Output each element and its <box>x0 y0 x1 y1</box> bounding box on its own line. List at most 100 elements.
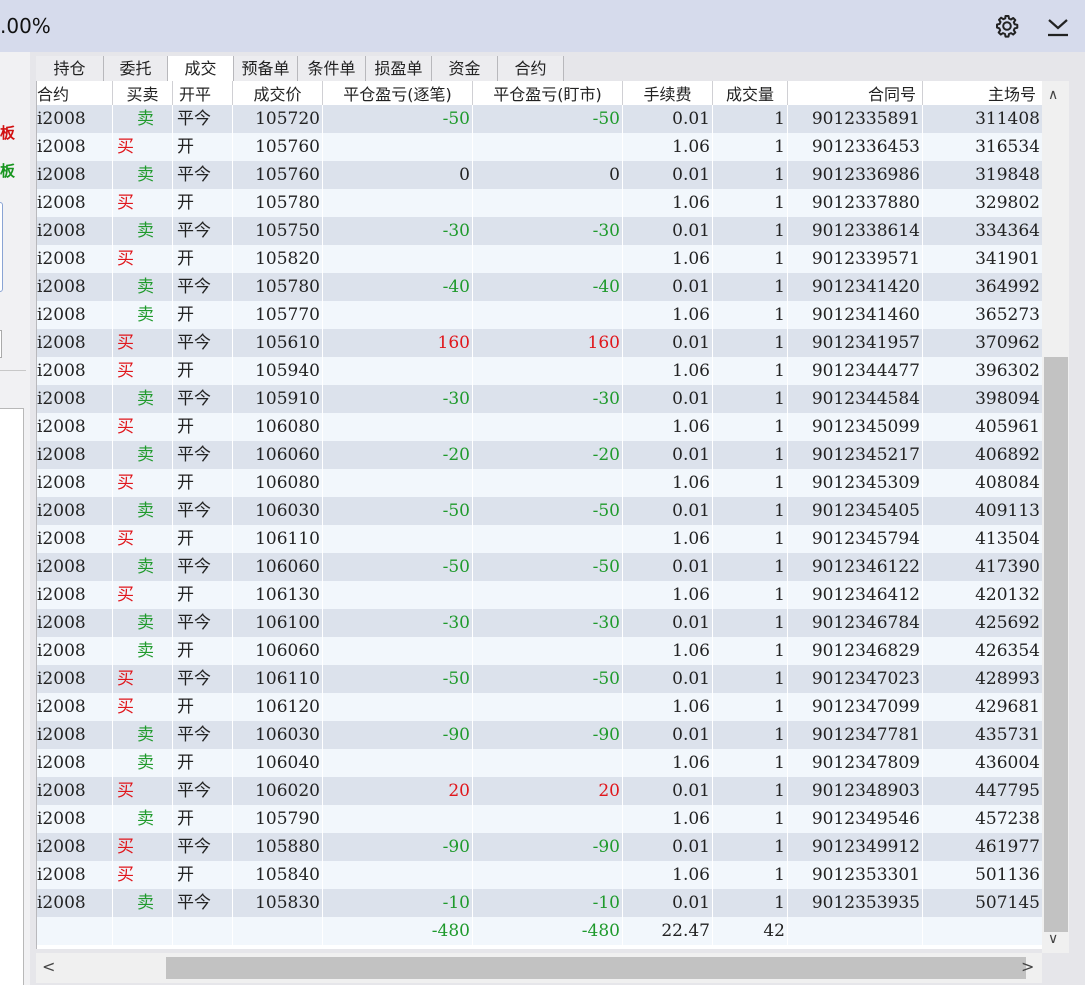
cell <box>113 917 173 945</box>
top-bar: .00% <box>0 0 1085 52</box>
cell: -50 <box>473 105 623 133</box>
cell: 买 <box>113 833 173 861</box>
table-row[interactable]: i2008 卖开 105770 1.06 1 9012341460 365273 <box>37 301 1042 329</box>
table-row[interactable]: i2008 卖开 105790 1.06 1 9012349546 457238 <box>37 805 1042 833</box>
horizontal-scroll-thumb[interactable] <box>166 957 1026 979</box>
table-row[interactable]: i2008 卖开 106060 1.06 1 9012346829 426354 <box>37 637 1042 665</box>
table-row[interactable]: i2008 买开 105940 1.06 1 9012344477 396302 <box>37 357 1042 385</box>
cell <box>473 133 623 161</box>
tab-0[interactable]: 持仓 <box>36 56 104 81</box>
cell: 106060 <box>233 637 323 665</box>
scroll-right-arrow[interactable]: > <box>1021 957 1034 976</box>
cell: 106040 <box>233 749 323 777</box>
column-header[interactable]: 成交量 <box>713 81 788 108</box>
table-row[interactable]: i2008 买平今 106020 20 20 0.01 1 9012348903 447795 <box>37 777 1042 805</box>
table-row[interactable]: i2008 买开 106080 1.06 1 9012345099 405961 <box>37 413 1042 441</box>
scroll-left-arrow[interactable]: < <box>42 957 55 976</box>
cell: 311408 <box>923 105 1042 133</box>
download-icon[interactable] <box>1046 15 1070 37</box>
left-label-green: 板 <box>0 162 16 180</box>
cell: 0.01 <box>623 385 713 413</box>
table-row[interactable]: i2008 卖平今 106060 -50 -50 0.01 1 9012346122 41739… <box>37 553 1042 581</box>
vertical-scrollbar[interactable]: ∧ ∨ <box>1042 81 1069 953</box>
table-row[interactable]: i2008 卖开 106040 1.06 1 9012347809 436004 <box>37 749 1042 777</box>
table-row[interactable]: i2008 卖平今 106100 -30 -30 0.01 1 9012346784 42569… <box>37 609 1042 637</box>
column-header[interactable]: 平仓盈亏(逐笔) <box>323 81 473 108</box>
cell: 1 <box>713 133 788 161</box>
cell: i2008 <box>37 217 113 245</box>
cell: 9012344477 <box>788 357 923 385</box>
cell: 0.01 <box>623 609 713 637</box>
cell: 341901 <box>923 245 1042 273</box>
tab-5[interactable]: 损盈单 <box>366 56 432 81</box>
cell: 1 <box>713 805 788 833</box>
tab-2[interactable]: 成交 <box>168 56 234 82</box>
cell: i2008 <box>37 133 113 161</box>
cell: 1 <box>713 161 788 189</box>
vertical-scroll-thumb[interactable] <box>1044 357 1068 932</box>
column-header[interactable]: 合约 <box>37 81 113 108</box>
totals-row[interactable]: -480 -480 22.47 42 <box>37 917 1042 945</box>
table-row[interactable]: i2008 卖平今 105720 -50 -50 0.01 1 9012335891 31140… <box>37 105 1042 133</box>
table-row[interactable]: i2008 卖平今 106030 -50 -50 0.01 1 9012345405 40911… <box>37 497 1042 525</box>
table-row[interactable]: i2008 买平今 105880 -90 -90 0.01 1 9012349912 46197… <box>37 833 1042 861</box>
cell: 0.01 <box>623 777 713 805</box>
cell: 平今 <box>173 105 233 133</box>
tab-1[interactable]: 委托 <box>104 56 168 81</box>
table-row[interactable]: i2008 买开 106120 1.06 1 9012347099 429681 <box>37 693 1042 721</box>
cell: 买 <box>113 469 173 497</box>
scroll-up-arrow[interactable]: ∧ <box>1048 87 1058 103</box>
column-header[interactable]: 买卖 <box>113 81 173 108</box>
tab-3[interactable]: 预备单 <box>234 56 298 81</box>
table-row[interactable]: i2008 买平今 106110 -50 -50 0.01 1 9012347023 42899… <box>37 665 1042 693</box>
cell: 0.01 <box>623 665 713 693</box>
cell: 9012349546 <box>788 805 923 833</box>
column-header[interactable]: 合同号 <box>788 81 923 108</box>
cell: 1.06 <box>623 469 713 497</box>
cell: 9012339571 <box>788 245 923 273</box>
tab-4[interactable]: 条件单 <box>298 56 366 81</box>
table-row[interactable]: i2008 卖平今 106060 -20 -20 0.01 1 9012345217 40689… <box>37 441 1042 469</box>
table-row[interactable]: i2008 买平今 105610 160 160 0.01 1 9012341957 37096… <box>37 329 1042 357</box>
table-row[interactable]: i2008 买开 106080 1.06 1 9012345309 408084 <box>37 469 1042 497</box>
tab-7[interactable]: 合约 <box>498 56 564 81</box>
scroll-down-arrow[interactable]: ∨ <box>1048 931 1058 947</box>
cell: 0.01 <box>623 721 713 749</box>
cell: 买 <box>113 413 173 441</box>
column-header[interactable]: 开平 <box>173 81 233 108</box>
cell: 20 <box>323 777 473 805</box>
left-panel-list[interactable] <box>0 408 24 985</box>
table-row[interactable]: i2008 买开 105820 1.06 1 9012339571 341901 <box>37 245 1042 273</box>
table-row[interactable]: i2008 卖平今 105830 -10 -10 0.01 1 9012353935 50714… <box>37 889 1042 917</box>
cell: 105610 <box>233 329 323 357</box>
table-row[interactable]: i2008 卖平今 105780 -40 -40 0.01 1 9012341420 36499… <box>37 273 1042 301</box>
table-row[interactable]: i2008 买开 106110 1.06 1 9012345794 413504 <box>37 525 1042 553</box>
table-row[interactable]: i2008 买开 105760 1.06 1 9012336453 316534 <box>37 133 1042 161</box>
cell: 106030 <box>233 721 323 749</box>
table-row[interactable]: i2008 卖平今 105760 0 0 0.01 1 9012336986 319848 <box>37 161 1042 189</box>
table-row[interactable]: i2008 买开 105780 1.06 1 9012337880 329802 <box>37 189 1042 217</box>
cell: 0.01 <box>623 217 713 245</box>
cell: 1 <box>713 665 788 693</box>
column-header[interactable]: 平仓盈亏(盯市) <box>473 81 623 108</box>
cell: 9012341420 <box>788 273 923 301</box>
table-row[interactable]: i2008 买开 105840 1.06 1 9012353301 501136 <box>37 861 1042 889</box>
table-row[interactable]: i2008 卖平今 106030 -90 -90 0.01 1 9012347781 43573… <box>37 721 1042 749</box>
column-header[interactable]: 主场号 <box>923 81 1042 108</box>
left-panel-box[interactable] <box>0 202 3 292</box>
table-row[interactable]: i2008 卖平今 105750 -30 -30 0.01 1 9012338614 33436… <box>37 217 1042 245</box>
cell: 457238 <box>923 805 1042 833</box>
cell: 开 <box>173 525 233 553</box>
table-row[interactable]: i2008 卖平今 105910 -30 -30 0.01 1 9012344584 39809… <box>37 385 1042 413</box>
cell: 开 <box>173 413 233 441</box>
tab-6[interactable]: 资金 <box>432 56 498 81</box>
left-panel-input[interactable] <box>0 330 2 358</box>
gear-icon[interactable] <box>995 14 1019 38</box>
column-header[interactable]: 成交价 <box>233 81 323 108</box>
horizontal-scrollbar[interactable]: < > <box>36 953 1042 983</box>
cell: 429681 <box>923 693 1042 721</box>
table-row[interactable]: i2008 买开 106130 1.06 1 9012346412 420132 <box>37 581 1042 609</box>
column-header[interactable]: 手续费 <box>623 81 713 108</box>
cell: 9012345794 <box>788 525 923 553</box>
cell: 105780 <box>233 189 323 217</box>
